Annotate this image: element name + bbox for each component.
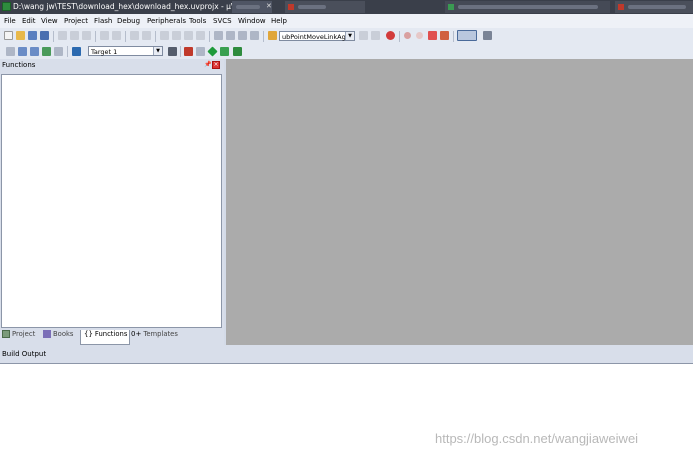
menu-flash[interactable]: Flash [94,17,112,25]
cut-icon[interactable] [58,31,67,40]
close-icon[interactable]: ✕ [266,2,272,10]
save-icon[interactable] [28,31,37,40]
toolbar-separator [453,31,454,42]
batch-build-icon[interactable] [42,47,51,56]
menu-debug[interactable]: Debug [117,17,140,25]
build-toolbar: Target 1 ▼ [0,44,693,60]
chevron-down-icon[interactable]: ▼ [153,47,162,55]
functions-icon: {} [84,330,93,338]
title-bar: D:\wang jw\TEST\download_hex\download_he… [0,0,693,14]
redo-icon[interactable] [112,31,121,40]
menu-svcs[interactable]: SVCS [213,17,232,25]
menu-help[interactable]: Help [271,17,287,25]
build-icon[interactable] [18,47,27,56]
menu-bar: File Edit View Project Flash Debug Perip… [0,14,693,28]
toolbar-separator [67,46,68,57]
download-icon[interactable] [72,47,81,56]
breakpoint-icon[interactable] [404,32,411,39]
close-icon[interactable]: × [212,61,220,69]
nav-back-icon[interactable] [130,31,139,40]
panel-title: Build Output [2,350,47,358]
file-extensions-icon[interactable] [196,47,205,56]
new-file-icon[interactable] [4,31,13,40]
menu-edit[interactable]: Edit [22,17,36,25]
toolbar-separator [125,31,126,42]
disable-breakpoint-icon[interactable] [416,32,423,39]
build-output-text[interactable] [0,363,693,461]
templates-icon: 0+ [131,330,142,338]
uncomment-icon[interactable] [250,31,259,40]
target-select-value: Target 1 [91,48,118,56]
translate-icon[interactable] [6,47,15,56]
toolbar-separator [209,31,210,42]
debug-session-icon[interactable] [386,31,395,40]
taskbar-tab[interactable] [285,1,365,13]
taskbar-tab[interactable] [445,1,610,13]
app-icon [288,4,294,10]
window-layout-icon[interactable] [457,30,477,41]
app-icon [618,4,624,10]
wrench-icon[interactable] [483,31,492,40]
find-icon[interactable] [359,31,368,40]
configure-icon[interactable] [440,31,449,40]
toolbar-separator [263,31,264,42]
copy-icon[interactable] [70,31,79,40]
toolbar-separator [53,31,54,42]
find-combo[interactable]: ubPointMoveLinkAg ▼ [279,31,355,41]
app-icon [448,4,454,10]
run-time-environment-icon[interactable] [233,47,242,56]
prev-bookmark-icon[interactable] [172,31,181,40]
uvision-app-icon [2,2,11,11]
menu-view[interactable]: View [41,17,58,25]
books-icon [43,330,51,338]
kill-breakpoints-icon[interactable] [428,31,437,40]
tab-project[interactable]: Project [2,330,35,344]
find-in-files-icon[interactable] [268,31,277,40]
save-all-icon[interactable] [40,31,49,40]
functions-panel: Functions 📌 × Project Books {} Functions … [0,59,224,345]
incremental-find-icon[interactable] [371,31,380,40]
target-options-icon[interactable] [168,47,177,56]
toolbar-separator [180,46,181,57]
stop-build-icon[interactable] [54,47,63,56]
pack-installer-icon[interactable] [220,47,229,56]
clear-bookmarks-icon[interactable] [196,31,205,40]
chevron-down-icon[interactable]: ▼ [345,32,354,40]
toolbar-separator [399,31,400,42]
tab-templates[interactable]: 0+ Templates [131,330,178,344]
taskbar-tab[interactable] [615,1,693,13]
toolbar-separator [155,31,156,42]
find-combo-value: ubPointMoveLinkAg [282,33,346,41]
tab-books[interactable]: Books [43,330,73,344]
paste-icon[interactable] [82,31,91,40]
unindent-icon[interactable] [226,31,235,40]
taskbar-tab[interactable]: ✕ [232,1,272,13]
menu-project[interactable]: Project [64,17,88,25]
indent-icon[interactable] [214,31,223,40]
green-diamond-icon[interactable] [207,46,218,57]
menu-file[interactable]: File [4,17,16,25]
panel-title: Functions [2,61,36,69]
file-toolbar: ubPointMoveLinkAg ▼ [0,28,693,44]
undo-icon[interactable] [100,31,109,40]
toolbar-separator [95,31,96,42]
functions-list[interactable] [1,74,222,328]
bookmark-icon[interactable] [160,31,169,40]
comment-icon[interactable] [238,31,247,40]
nav-forward-icon[interactable] [142,31,151,40]
watermark: https://blog.csdn.net/wangjiaweiwei [435,431,639,446]
pin-icon[interactable]: 📌 [204,61,211,68]
menu-peripherals[interactable]: Peripherals [147,17,186,25]
project-icon [2,330,10,338]
open-folder-icon[interactable] [16,31,25,40]
next-bookmark-icon[interactable] [184,31,193,40]
menu-tools[interactable]: Tools [189,17,206,25]
editor-area[interactable] [226,59,693,345]
tab-functions[interactable]: {} Functions [80,330,130,345]
target-select[interactable]: Target 1 ▼ [88,46,163,56]
menu-window[interactable]: Window [238,17,266,25]
window-title: D:\wang jw\TEST\download_hex\download_he… [13,2,254,11]
manage-project-items-icon[interactable] [184,47,193,56]
rebuild-icon[interactable] [30,47,39,56]
